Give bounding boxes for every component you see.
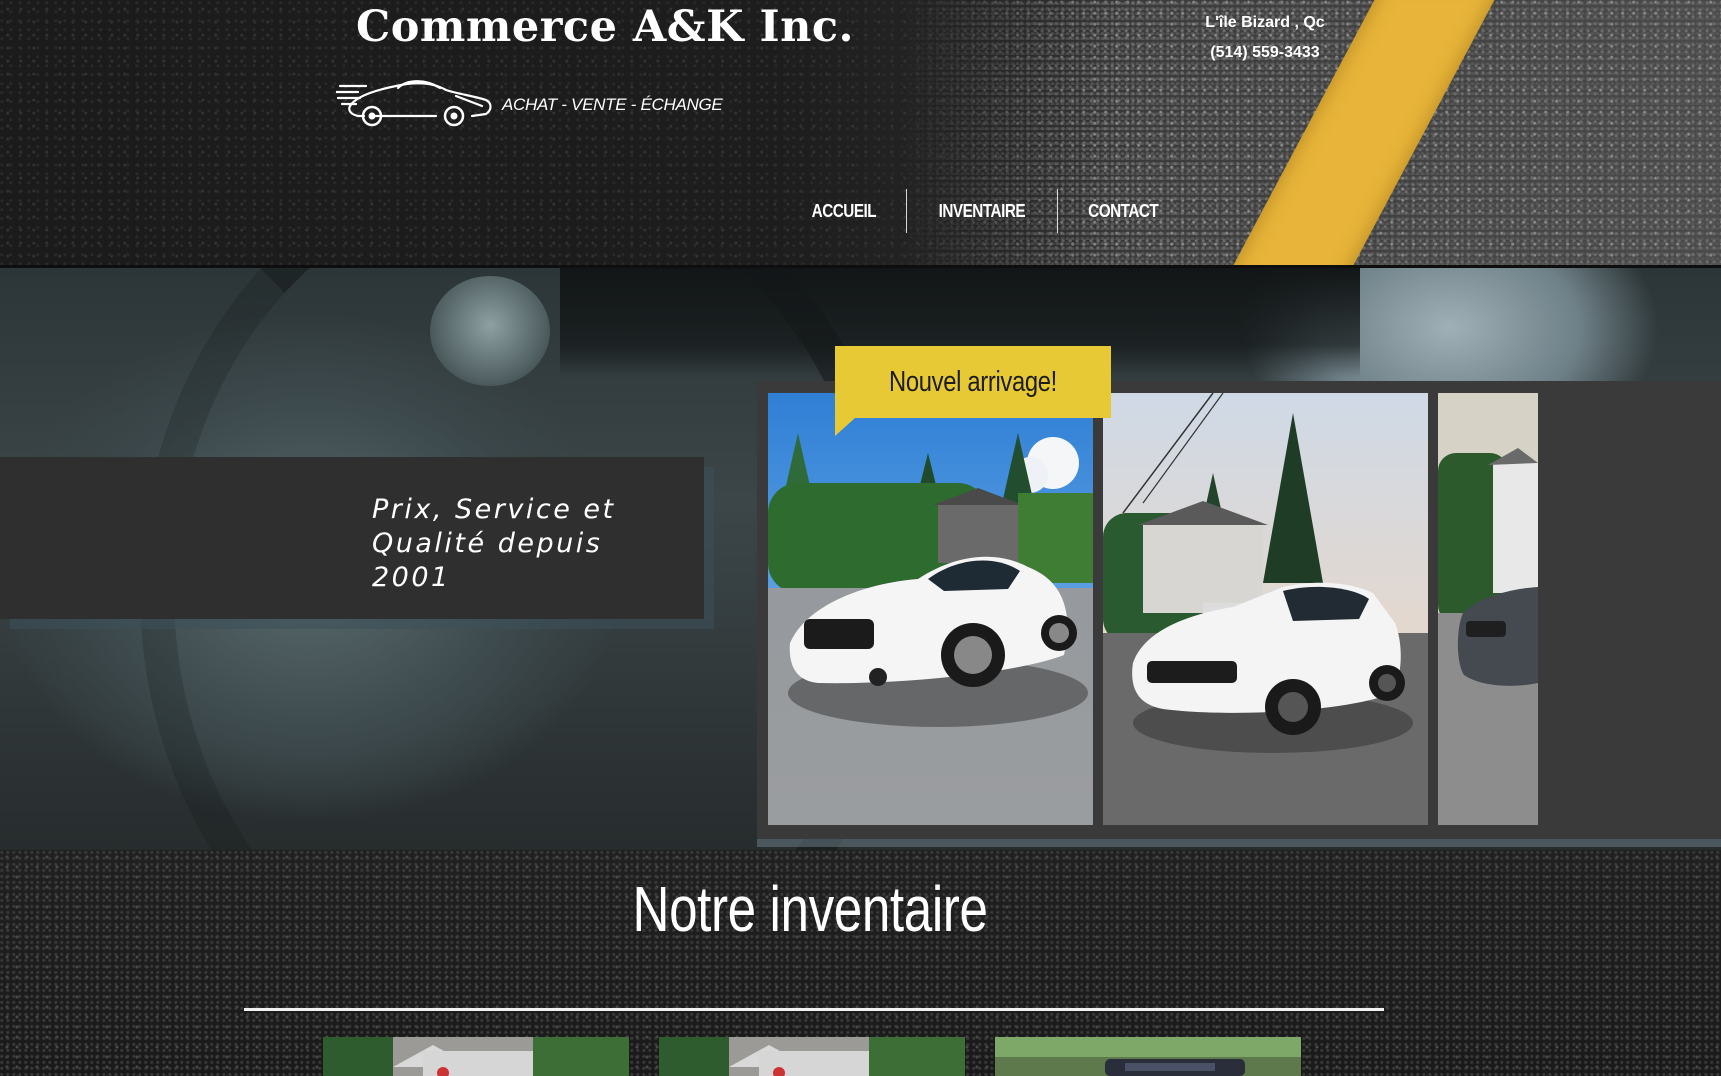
- tagline: ACHAT - VENTE - ÉCHANGE: [502, 95, 723, 114]
- new-arrival-badge-label: Nouvel arrivage!: [889, 366, 1057, 398]
- site-header: Commerce A&K Inc. ACHAT - VENTE - ÉCHANG…: [0, 0, 1721, 265]
- nav-item-contact[interactable]: CONTACT: [1067, 188, 1178, 234]
- new-arrival-badge: Nouvel arrivage!: [835, 346, 1111, 436]
- hero-background-mirror: [430, 276, 550, 386]
- phone-number[interactable]: (514) 559-3433: [1150, 38, 1380, 68]
- nav-divider: [1056, 189, 1058, 233]
- vehicle-photo: [659, 1037, 965, 1076]
- white-coupe-photo: [768, 393, 1093, 825]
- nav-item-accueil[interactable]: ACCUEIL: [791, 188, 896, 234]
- brand-title[interactable]: Commerce A&K Inc.: [356, 2, 854, 52]
- contact-info: L'île Bizard , Qc (514) 559-3433: [1150, 8, 1380, 68]
- location-text: L'île Bizard , Qc: [1205, 14, 1325, 31]
- gallery-photo-coupe[interactable]: [768, 393, 1093, 825]
- gallery-photo-sedan[interactable]: [1438, 393, 1538, 825]
- slogan-text: Prix, Service et Qualité depuis 2001: [372, 494, 616, 593]
- inventory-thumbnail[interactable]: [323, 1037, 629, 1076]
- hero-section: Prix, Service et Qualité depuis 2001 Nou…: [0, 268, 1721, 850]
- nav-divider: [905, 189, 907, 233]
- white-suv-photo: [1103, 393, 1428, 825]
- sports-car-icon[interactable]: [336, 66, 496, 130]
- inventory-title: Notre inventaire: [632, 873, 988, 945]
- gallery-photo-suv[interactable]: [1103, 393, 1428, 825]
- grey-sedan-photo: [1438, 393, 1538, 825]
- slogan-box: Prix, Service et Qualité depuis 2001: [0, 457, 704, 619]
- inventory-thumbnail[interactable]: [659, 1037, 965, 1076]
- main-nav: ACCUEIL INVENTAIRE CONTACT: [782, 188, 1188, 234]
- inventory-divider: [244, 1008, 1384, 1011]
- vehicle-photo: [995, 1037, 1301, 1076]
- vehicle-photo: [323, 1037, 629, 1076]
- inventory-section: Notre inventaire: [0, 850, 1721, 1076]
- inventory-thumbnail[interactable]: [995, 1037, 1301, 1076]
- new-arrivals-gallery: [757, 381, 1721, 839]
- nav-item-inventaire[interactable]: INVENTAIRE: [918, 188, 1045, 234]
